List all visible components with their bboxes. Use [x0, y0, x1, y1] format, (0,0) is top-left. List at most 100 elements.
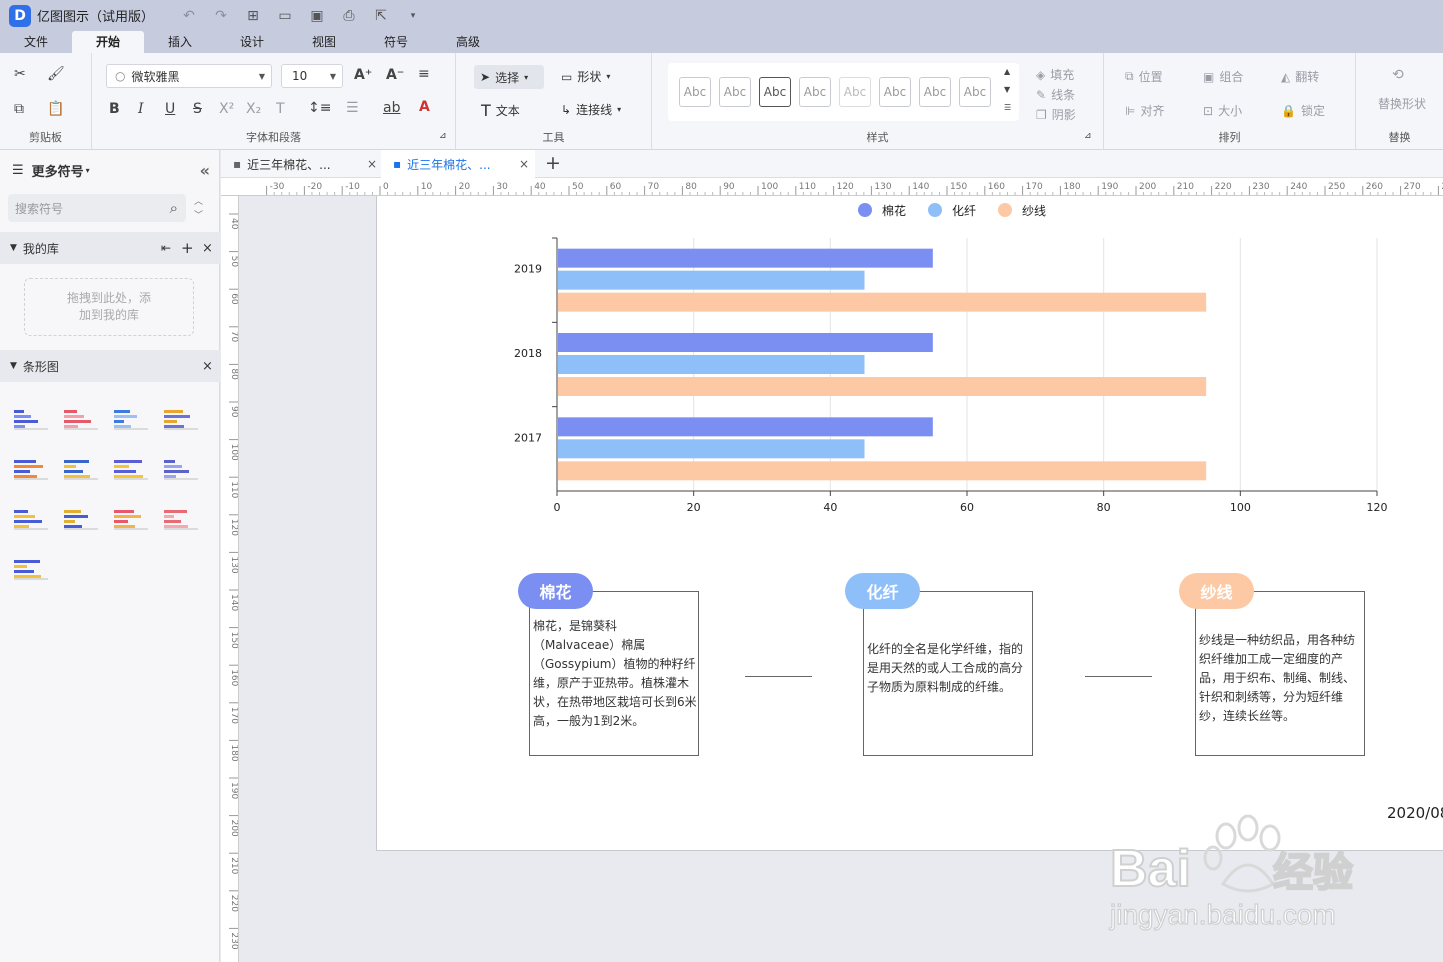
position-button[interactable]: ⧉ 位置: [1125, 68, 1163, 85]
library-drop-zone[interactable]: 拖拽到此处，添 加到我的库: [24, 278, 194, 336]
font-color-icon[interactable]: A: [419, 99, 430, 115]
add-icon[interactable]: +: [181, 239, 194, 257]
save-icon[interactable]: ▣: [308, 8, 326, 24]
replace-shape-icon[interactable]: ⟲: [1392, 67, 1404, 83]
subscript-icon[interactable]: X₂: [246, 101, 261, 117]
bar-化纤-2019[interactable]: [558, 270, 865, 290]
redo-icon[interactable]: ↷: [212, 8, 230, 24]
close-tab-icon[interactable]: ×: [519, 157, 529, 171]
legend-label[interactable]: 纱线: [1022, 204, 1046, 218]
format-painter-icon[interactable]: 🖌: [47, 66, 65, 82]
strikethrough-icon[interactable]: S: [193, 101, 202, 117]
superscript-icon[interactable]: X²: [219, 101, 234, 117]
align-button[interactable]: ⊫ 对齐: [1125, 102, 1164, 119]
bullet-list-icon[interactable]: ☰: [346, 100, 359, 116]
my-library-header[interactable]: ▼ 我的库 ⇤ + ×: [0, 232, 220, 264]
shape-button[interactable]: ▭ 形状 ▾: [561, 68, 610, 85]
bar-chart-template-thumbnail[interactable]: [162, 407, 200, 431]
style-preset[interactable]: Abc: [959, 77, 991, 107]
menu-tab-symbol[interactable]: 符号: [360, 31, 432, 53]
align-icon[interactable]: ≡: [418, 66, 430, 82]
close-icon[interactable]: ×: [202, 359, 213, 374]
description-card-0[interactable]: 棉花，是锦葵科（Malvaceae）棉属（Gossypium）植物的种籽纤维，原…: [529, 591, 699, 756]
symbol-search-input[interactable]: 搜索符号 ⌕: [8, 194, 186, 222]
bar-chart-section-header[interactable]: ▼ 条形图 ×: [0, 350, 220, 382]
close-tab-icon[interactable]: ×: [367, 157, 377, 171]
bar-chart[interactable]: 0 20 40 60 80 100 120 2019 2018 2017 棉花 化纤 纱线: [377, 196, 1443, 526]
shrink-font-icon[interactable]: A⁻: [386, 67, 404, 83]
bar-chart-template-thumbnail[interactable]: [62, 507, 100, 531]
open-folder-icon[interactable]: ▭: [276, 8, 294, 24]
menu-tab-view[interactable]: 视图: [288, 31, 360, 53]
lock-button[interactable]: 🔒 锁定: [1281, 102, 1325, 119]
undo-icon[interactable]: ↶: [180, 8, 198, 24]
style-preset[interactable]: Abc: [879, 77, 911, 107]
scroll-down-icon[interactable]: ﹀: [194, 208, 203, 221]
bold-icon[interactable]: B: [109, 101, 120, 117]
bar-chart-template-thumbnail[interactable]: [12, 457, 50, 481]
description-card-1[interactable]: 化纤的全名是化学纤维，指的是用天然的或人工合成的高分子物质为原料制成的纤维。: [863, 591, 1033, 756]
cut-icon[interactable]: ✂: [14, 66, 26, 82]
new-tab-icon[interactable]: +: [545, 152, 561, 174]
bar-chart-template-thumbnail[interactable]: [112, 407, 150, 431]
text-highlight-icon[interactable]: ab: [383, 100, 400, 116]
legend-label[interactable]: 棉花: [882, 203, 906, 218]
select-button[interactable]: ➤ 选择 ▾: [474, 65, 544, 89]
bar-chart-template-thumbnail[interactable]: [162, 507, 200, 531]
menu-tab-advanced[interactable]: 高级: [432, 31, 504, 53]
bar-chart-template-thumbnail[interactable]: [62, 407, 100, 431]
style-preset[interactable]: Abc: [679, 77, 711, 107]
drawing-page[interactable]: 0 20 40 60 80 100 120 2019 2018 2017 棉花 化纤 纱线 棉花，是锦葵…: [376, 196, 1443, 851]
close-icon[interactable]: ×: [202, 241, 213, 256]
doc-tab-active[interactable]: ▪ 近三年棉花、... ×: [381, 150, 535, 178]
bar-化纤-2018[interactable]: [558, 355, 865, 374]
bar-chart-template-thumbnail[interactable]: [112, 457, 150, 481]
bar-棉花-2018[interactable]: [558, 333, 933, 352]
bar-棉花-2017[interactable]: [558, 417, 933, 437]
legend-label[interactable]: 化纤: [952, 204, 976, 218]
style-preset[interactable]: Abc: [719, 77, 751, 107]
text-case-icon[interactable]: T: [276, 101, 285, 117]
doc-tab[interactable]: ▪ 近三年棉花、... ×: [233, 150, 377, 178]
gallery-more-icon[interactable]: ☰: [1004, 103, 1011, 112]
grow-font-icon[interactable]: A⁺: [354, 67, 372, 83]
menu-tab-file[interactable]: 文件: [0, 31, 72, 53]
bar-chart-template-thumbnail[interactable]: [12, 507, 50, 531]
shadow-button[interactable]: ❐ 阴影: [1036, 106, 1076, 123]
style-preset[interactable]: Abc: [839, 77, 871, 107]
italic-icon[interactable]: I: [138, 101, 144, 117]
replace-shape-button[interactable]: 替换形状: [1378, 95, 1426, 112]
size-button[interactable]: ⊡ 大小: [1203, 102, 1242, 119]
font-family-select[interactable]: ○ 微软雅黑 ▼: [106, 64, 272, 88]
menu-tab-home[interactable]: 开始: [72, 31, 144, 53]
search-icon[interactable]: ⌕: [170, 199, 178, 217]
menu-tab-design[interactable]: 设计: [216, 31, 288, 53]
import-icon[interactable]: ⇤: [161, 241, 171, 255]
bar-chart-template-thumbnail[interactable]: [12, 557, 50, 581]
bar-纱线-2019[interactable]: [558, 292, 1207, 312]
style-preset[interactable]: Abc: [919, 77, 951, 107]
line-button[interactable]: ✎ 线条: [1036, 86, 1075, 103]
menu-tab-insert[interactable]: 插入: [144, 31, 216, 53]
bar-chart-template-thumbnail[interactable]: [62, 457, 100, 481]
gallery-down-icon[interactable]: ▼: [1004, 85, 1010, 94]
group-button[interactable]: ▣ 组合: [1203, 68, 1243, 85]
paste-icon[interactable]: 📋: [47, 101, 64, 117]
bar-纱线-2017[interactable]: [558, 461, 1207, 481]
bar-chart-template-thumbnail[interactable]: [162, 457, 200, 481]
dialog-launcher-icon[interactable]: ⊿: [1084, 131, 1092, 141]
fill-button[interactable]: ◈ 填充: [1036, 66, 1074, 83]
dialog-launcher-icon[interactable]: ⊿: [439, 131, 447, 141]
underline-icon[interactable]: U: [165, 101, 175, 117]
style-preset[interactable]: Abc: [759, 77, 791, 107]
bar-纱线-2018[interactable]: [558, 377, 1207, 396]
collapse-panel-icon[interactable]: «: [200, 161, 210, 180]
bar-化纤-2017[interactable]: [558, 439, 865, 459]
connector-line[interactable]: [1085, 676, 1152, 677]
flip-button[interactable]: ◭ 翻转: [1281, 68, 1319, 85]
card-title-pill[interactable]: 化纤: [845, 573, 920, 609]
export-icon[interactable]: ⇱: [372, 8, 390, 24]
new-file-icon[interactable]: ⊞: [244, 8, 262, 24]
more-symbols-header[interactable]: ☰ 更多符号 ▾ «: [0, 150, 220, 190]
card-title-pill[interactable]: 棉花: [518, 573, 593, 609]
